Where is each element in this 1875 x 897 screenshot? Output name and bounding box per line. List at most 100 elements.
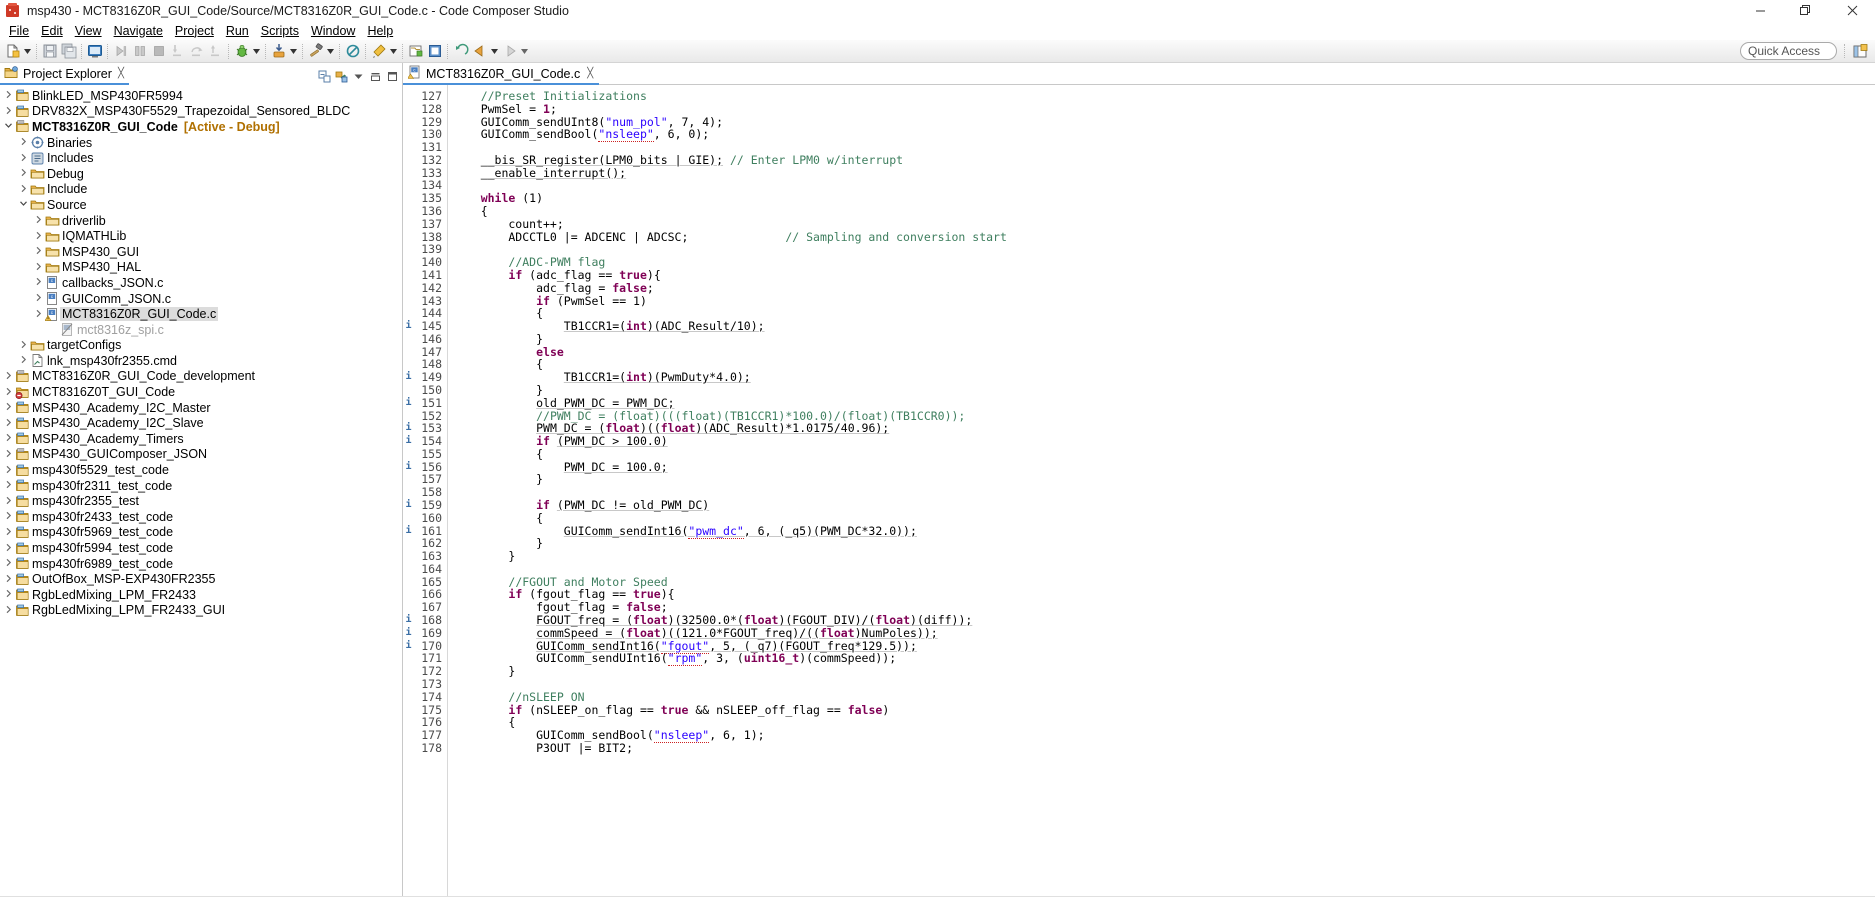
tree-item[interactable]: Binaries [0, 135, 402, 151]
code-line[interactable]: } [453, 473, 1875, 486]
new-file-icon[interactable] [3, 41, 22, 61]
line-info-marker[interactable]: i [403, 397, 414, 410]
new-ccs-project-icon[interactable] [406, 41, 425, 61]
chevron-right-icon[interactable] [2, 465, 14, 476]
code-line[interactable]: //ADC-PWM flag [453, 256, 1875, 269]
search-marker-icon[interactable] [369, 41, 388, 61]
step-over-icon[interactable] [187, 41, 206, 61]
tree-item[interactable]: RgbLedMixing_LPM_FR2433 [0, 587, 402, 603]
code-line[interactable] [453, 243, 1875, 256]
back-history-icon[interactable] [451, 41, 470, 61]
code-line[interactable]: else [453, 346, 1875, 359]
view-menu-icon[interactable] [351, 69, 365, 83]
chevron-right-icon[interactable] [2, 371, 14, 382]
tree-item[interactable]: MCT8316Z0R_GUI_Code[Active - Debug] [0, 119, 402, 135]
code-line[interactable]: adc_flag = false; [453, 282, 1875, 295]
code-line[interactable]: } [453, 537, 1875, 550]
tree-item[interactable]: Include [0, 182, 402, 198]
collapse-all-icon[interactable] [317, 69, 331, 83]
menu-scripts[interactable]: Scripts [255, 23, 305, 39]
menu-project[interactable]: Project [169, 23, 220, 39]
tree-item[interactable]: msp430fr2433_test_code [0, 509, 402, 525]
code-line[interactable]: GUIComm_sendUInt16("rpm", 3, (uint16_t)(… [453, 652, 1875, 665]
import-project-icon[interactable] [425, 41, 444, 61]
code-line[interactable]: if (adc_flag == true){ [453, 269, 1875, 282]
code-viewer[interactable]: iiiiiiiiiii 1271281291301311321331341351… [403, 85, 1875, 896]
tree-item[interactable]: MSP430_Academy_I2C_Slave [0, 415, 402, 431]
quick-access-input[interactable]: Quick Access [1740, 42, 1837, 60]
code-line[interactable]: } [453, 550, 1875, 563]
console-icon[interactable] [85, 41, 104, 61]
link-with-editor-icon[interactable] [334, 69, 348, 83]
code-line[interactable]: GUIComm_sendInt16("pwm_dc", 6, (_q5)(PWM… [453, 525, 1875, 538]
code-line[interactable]: TB1CCR1=(int)(ADC_Result/10); [453, 320, 1875, 333]
chevron-right-icon[interactable] [2, 106, 14, 117]
code-line[interactable]: TB1CCR1=(int)(PwmDuty*4.0); [453, 371, 1875, 384]
chevron-right-icon[interactable] [2, 480, 14, 491]
search-marker-dropdown-arrow-icon[interactable] [388, 41, 399, 61]
code-line[interactable]: PWM_DC = 100.0; [453, 461, 1875, 474]
line-info-marker[interactable]: i [403, 371, 414, 384]
tree-item[interactable]: MSP430_Academy_I2C_Master [0, 400, 402, 416]
tree-item[interactable]: lnk_msp430fr2355.cmd [0, 353, 402, 369]
tree-item[interactable]: msp430fr6989_test_code [0, 556, 402, 572]
code-line[interactable]: ADCCTL0 |= ADCENC | ADCSC; // Sampling a… [453, 231, 1875, 244]
menu-run[interactable]: Run [220, 23, 255, 39]
chevron-right-icon[interactable] [17, 153, 29, 164]
line-info-marker[interactable]: i [403, 422, 414, 435]
suspend-icon[interactable] [130, 41, 149, 61]
tree-item[interactable]: MSP430_Academy_Timers [0, 431, 402, 447]
chevron-right-icon[interactable] [2, 527, 14, 538]
terminate-icon[interactable] [149, 41, 168, 61]
code-line[interactable]: if (nSLEEP_on_flag == true && nSLEEP_off… [453, 704, 1875, 717]
code-line[interactable]: GUIComm_sendBool("nsleep", 6, 0); [453, 128, 1875, 141]
close-icon[interactable]: ╳ [118, 68, 124, 79]
save-all-icon[interactable] [59, 41, 78, 61]
project-tree[interactable]: BlinkLED_MSP430FR5994DRV832X_MSP430F5529… [0, 85, 402, 618]
code-line[interactable]: //Preset Initializations [453, 90, 1875, 103]
save-icon[interactable] [40, 41, 59, 61]
code-line[interactable]: while (1) [453, 192, 1875, 205]
tree-item[interactable]: IQMATHLib [0, 228, 402, 244]
debug-dropdown-arrow-icon[interactable] [251, 41, 262, 61]
code-line[interactable]: } [453, 665, 1875, 678]
run-dropdown-arrow-icon[interactable] [288, 41, 299, 61]
tab-project-explorer[interactable]: Project Explorer ╳ [0, 64, 129, 85]
tree-item[interactable]: msp430fr5994_test_code [0, 540, 402, 556]
menu-help[interactable]: Help [361, 23, 399, 39]
resume-icon[interactable] [111, 41, 130, 61]
maximize-view-icon[interactable] [385, 69, 399, 83]
chevron-right-icon[interactable] [32, 215, 44, 226]
minimize-view-icon[interactable] [368, 69, 382, 83]
tree-item[interactable]: ccallbacks_JSON.c [0, 275, 402, 291]
tree-item[interactable]: DRV832X_MSP430F5529_Trapezoidal_Sensored… [0, 104, 402, 120]
chevron-right-icon[interactable] [2, 574, 14, 585]
tree-item[interactable]: cGUIComm_JSON.c [0, 291, 402, 307]
chevron-down-icon[interactable] [17, 199, 29, 210]
run-icon[interactable] [269, 41, 288, 61]
line-info-marker[interactable]: i [403, 614, 414, 627]
build-hammer-icon[interactable] [306, 41, 325, 61]
chevron-right-icon[interactable] [2, 449, 14, 460]
chevron-right-icon[interactable] [2, 511, 14, 522]
tree-item[interactable]: msp430fr2311_test_code [0, 478, 402, 494]
code-line[interactable]: if (PWM_DC != old_PWM_DC) [453, 499, 1875, 512]
code-line[interactable] [453, 179, 1875, 192]
skip-breakpoints-icon[interactable] [343, 41, 362, 61]
chevron-right-icon[interactable] [2, 496, 14, 507]
code-line[interactable]: } [453, 333, 1875, 346]
forward-dropdown-arrow-icon[interactable] [519, 41, 530, 61]
code-line[interactable]: if (PWM_DC > 100.0) [453, 435, 1875, 448]
back-dropdown-arrow-icon[interactable] [489, 41, 500, 61]
tab-mct8316z0r-gui-code-c[interactable]: c MCT8316Z0R_GUI_Code.c ╳ [403, 64, 599, 85]
chevron-right-icon[interactable] [17, 184, 29, 195]
chevron-right-icon[interactable] [32, 262, 44, 273]
close-button[interactable] [1829, 0, 1875, 21]
code-line[interactable]: __bis_SR_register(LPM0_bits | GIE); // E… [453, 154, 1875, 167]
tree-item[interactable]: Debug [0, 166, 402, 182]
build-dropdown-arrow-icon[interactable] [325, 41, 336, 61]
tree-item[interactable]: OutOfBox_MSP-EXP430FR2355 [0, 571, 402, 587]
tree-item[interactable]: MCT8316Z0R_GUI_Code_development [0, 369, 402, 385]
chevron-right-icon[interactable] [17, 168, 29, 179]
tree-item[interactable]: mct8316z_spi.c [0, 322, 402, 338]
